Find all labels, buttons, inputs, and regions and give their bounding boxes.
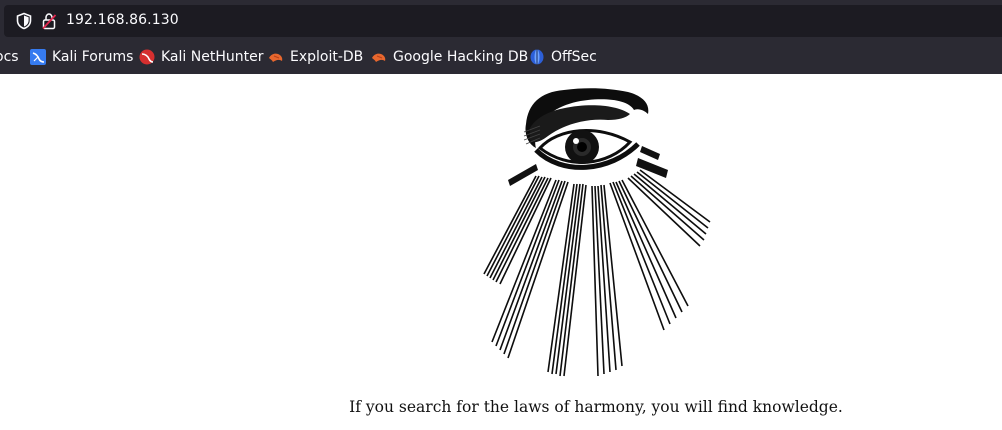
harmony-quote: If you search for the laws of harmony, y… — [349, 398, 843, 416]
bookmark-label: OffSec — [551, 49, 597, 65]
google-hacking-db-icon — [372, 53, 386, 62]
offsec-icon — [530, 49, 544, 65]
address-bar[interactable]: 192.168.86.130 — [4, 5, 1002, 37]
bookmark-kali-forums[interactable]: Kali Forums — [30, 42, 133, 72]
bookmark-google-hacking-db[interactable]: Google Hacking DB — [371, 42, 528, 72]
bookmark-exploit-db[interactable]: Exploit-DB — [268, 42, 363, 72]
bookmark-label: ocs — [0, 49, 19, 65]
exploit-db-icon — [269, 53, 283, 62]
all-seeing-eye-image — [483, 88, 711, 377]
bookmark-kali-nethunter[interactable]: Kali NetHunter — [139, 42, 263, 72]
bookmarks-toolbar: ocs Kali Forums Kali NetHunter Exploit-D… — [0, 42, 1002, 72]
kali-forums-icon — [30, 49, 46, 65]
bookmark-docs[interactable]: ocs — [0, 42, 19, 72]
bookmark-label: Kali Forums — [52, 49, 134, 65]
bookmark-offsec[interactable]: OffSec — [529, 42, 597, 72]
insecure-lock-icon[interactable] — [41, 12, 57, 30]
bookmark-label: Kali NetHunter — [161, 49, 264, 65]
bookmark-label: Google Hacking DB — [393, 49, 529, 65]
tracking-protection-shield-icon[interactable] — [15, 12, 33, 30]
bookmark-label: Exploit-DB — [290, 49, 364, 65]
web-page: If you search for the laws of harmony, y… — [0, 74, 1002, 430]
browser-chrome: 192.168.86.130 ocs Kali Forums Kali NetH… — [0, 0, 1002, 74]
url-text[interactable]: 192.168.86.130 — [66, 12, 179, 28]
kali-nethunter-icon — [139, 49, 155, 65]
